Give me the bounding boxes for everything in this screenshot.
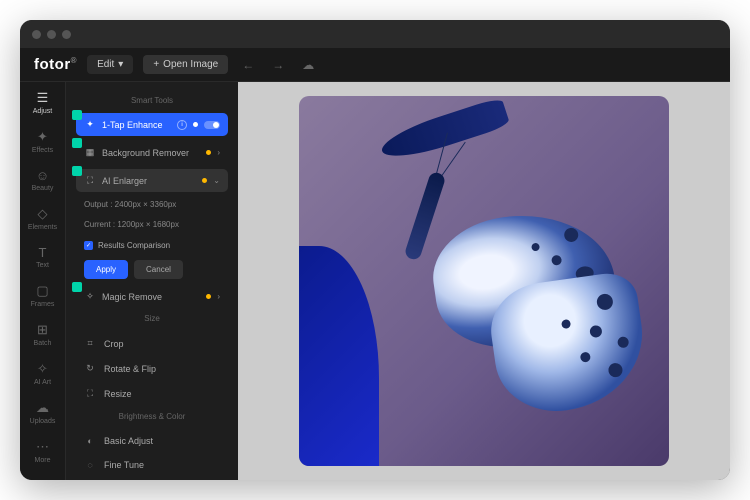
cancel-button[interactable]: Cancel xyxy=(134,260,183,279)
crop-icon: ⌗ xyxy=(84,338,96,349)
tool-ai-enlarger[interactable]: ⛶ AI Enlarger ⌄ xyxy=(76,169,228,192)
bg-remove-icon: ▦ xyxy=(84,147,96,158)
topbar: fotor® Edit▾ +Open Image ← → ☁ xyxy=(20,48,730,82)
sidebar-item-batch[interactable]: ⊞Batch xyxy=(34,322,52,347)
elements-icon: ◇ xyxy=(38,206,48,222)
new-badge xyxy=(72,166,82,176)
tool-resize[interactable]: ⛶Resize xyxy=(76,381,228,406)
magic-icon: ✧ xyxy=(84,291,96,302)
sidebar-item-more[interactable]: ⋯More xyxy=(35,439,51,464)
section-smart-tools-title: Smart Tools xyxy=(76,96,228,105)
window-control-min[interactable] xyxy=(47,30,56,39)
new-badge xyxy=(72,282,82,292)
tool-rotate[interactable]: ↻Rotate & Flip xyxy=(76,356,228,381)
action-buttons: Apply Cancel xyxy=(76,254,228,285)
new-badge xyxy=(72,138,82,148)
chevron-right-icon: › xyxy=(217,292,220,301)
chevron-down-icon: ⌄ xyxy=(213,176,220,185)
beauty-icon: ☺ xyxy=(36,168,49,183)
window-control-close[interactable] xyxy=(32,30,41,39)
section-brightness-title: Brightness & Color xyxy=(76,412,228,421)
tool-crop[interactable]: ⌗Crop xyxy=(76,331,228,356)
logo: fotor® xyxy=(34,56,77,73)
canvas[interactable] xyxy=(238,82,730,480)
info-icon: i xyxy=(177,120,187,130)
left-sidebar: ☰Adjust ✦Effects ☺Beauty ◇Elements TText ▢Fra… xyxy=(20,82,66,480)
sidebar-item-beauty[interactable]: ☺Beauty xyxy=(32,168,54,192)
status-dot xyxy=(193,122,198,127)
frames-icon: ▢ xyxy=(36,283,48,299)
plus-icon: + xyxy=(153,59,159,70)
sidebar-item-effects[interactable]: ✦Effects xyxy=(32,129,53,154)
sidebar-item-text[interactable]: TText xyxy=(36,245,49,269)
app-window: fotor® Edit▾ +Open Image ← → ☁ ☰Adjust✦E… xyxy=(20,20,730,480)
rotate-icon: ↻ xyxy=(84,363,96,374)
adjust-icon: ◐ xyxy=(84,436,96,446)
apply-button[interactable]: Apply xyxy=(84,260,128,279)
titlebar xyxy=(20,20,730,48)
tool-basic-adjust[interactable]: ◐Basic Adjust xyxy=(76,429,228,453)
cloud-icon[interactable]: ☁ xyxy=(298,54,318,76)
sidebar-item-uploads[interactable]: ☁Uploads xyxy=(30,400,56,425)
current-dimensions: Current : 1200px × 1680px xyxy=(76,217,228,237)
open-image-button[interactable]: +Open Image xyxy=(143,55,228,74)
tool-magic-remove[interactable]: ✧ Magic Remove › xyxy=(76,285,228,308)
batch-icon: ⊞ xyxy=(37,322,48,338)
sidebar-item-adjust[interactable]: ☰Adjust xyxy=(33,90,52,115)
effects-icon: ✦ xyxy=(37,129,48,145)
more-icon: ⋯ xyxy=(36,439,49,455)
tool-1tap-enhance[interactable]: ✦ 1-Tap Enhance i xyxy=(76,113,228,136)
sidebar-item-elements[interactable]: ◇Elements xyxy=(28,206,57,231)
sidebar-item-frames[interactable]: ▢Frames xyxy=(31,283,55,308)
chevron-right-icon: › xyxy=(217,148,220,157)
body: ☰Adjust ✦Effects ☺Beauty ◇Elements TText ▢Fra… xyxy=(20,82,730,480)
preview-image xyxy=(299,96,669,466)
results-comparison-checkbox[interactable]: ✓ Results Comparison xyxy=(76,237,228,254)
tune-icon: ◌ xyxy=(84,460,96,470)
toggle-switch[interactable] xyxy=(204,121,220,129)
tool-fine-tune[interactable]: ◌Fine Tune xyxy=(76,453,228,477)
adjust-icon: ☰ xyxy=(37,90,49,106)
redo-icon[interactable]: → xyxy=(268,54,288,76)
chevron-down-icon: ▾ xyxy=(118,59,123,70)
tool-bg-remover[interactable]: ▦ Background Remover › xyxy=(76,141,228,164)
edit-menu-button[interactable]: Edit▾ xyxy=(87,55,133,74)
sparkle-icon: ✦ xyxy=(84,119,96,130)
pro-dot xyxy=(206,150,211,155)
pro-dot xyxy=(202,178,207,183)
window-control-max[interactable] xyxy=(62,30,71,39)
checkbox-icon: ✓ xyxy=(84,241,93,250)
output-dimensions: Output : 2400px × 3360px xyxy=(76,197,228,217)
ai art-icon: ✧ xyxy=(37,361,48,377)
tools-panel: Smart Tools ✦ 1-Tap Enhance i ▦ Backgrou… xyxy=(66,82,238,480)
uploads-icon: ☁ xyxy=(36,400,49,416)
pro-dot xyxy=(206,294,211,299)
text-icon: T xyxy=(39,245,47,260)
enlarge-icon: ⛶ xyxy=(84,175,96,186)
resize-icon: ⛶ xyxy=(84,388,96,399)
sidebar-item-ai-art[interactable]: ✧AI Art xyxy=(34,361,51,386)
new-badge xyxy=(72,110,82,120)
undo-icon[interactable]: ← xyxy=(238,54,258,76)
tool-color[interactable]: ◉Color xyxy=(76,477,228,480)
section-size-title: Size xyxy=(76,314,228,323)
